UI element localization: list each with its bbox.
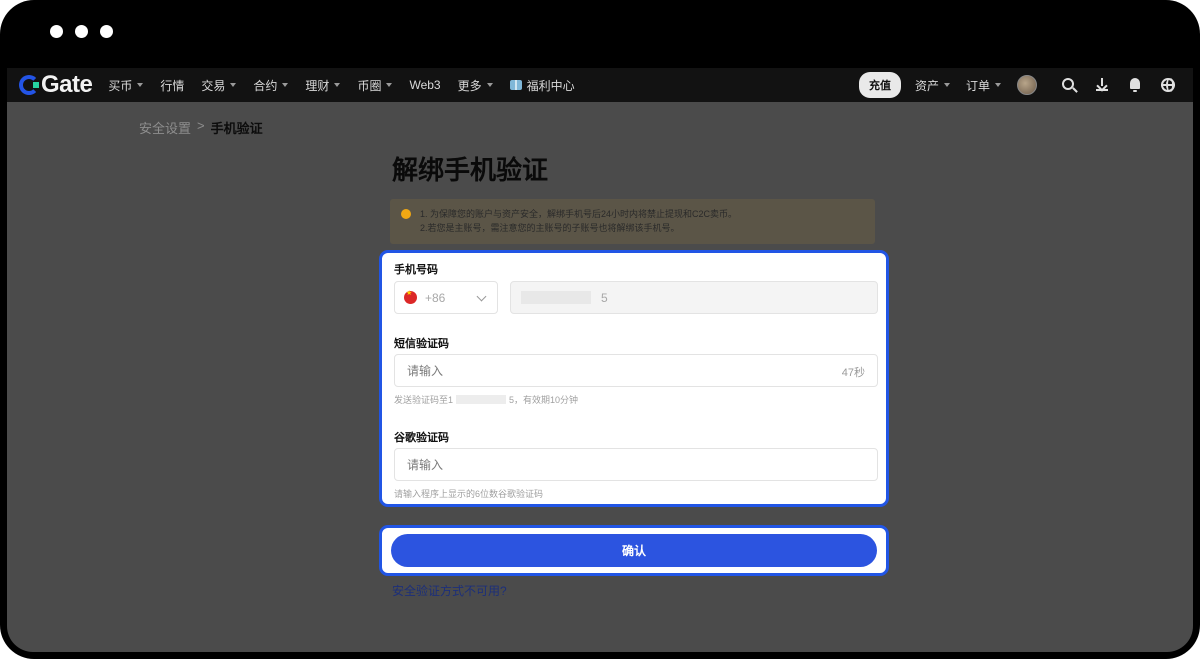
sms-code-input[interactable]: 请输入 47秒: [394, 354, 878, 387]
chevron-down-icon: [386, 83, 393, 87]
nav-item-label: 合约: [253, 78, 278, 93]
nav-item-6[interactable]: Web3: [409, 78, 440, 92]
google-hint: 请输入程序上显示的6位数谷歌验证码: [394, 489, 544, 499]
nav-right: 充值 资产 订单: [858, 68, 1193, 102]
google-code-placeholder: 请输入: [407, 458, 444, 472]
window-controls: [50, 25, 113, 38]
nav-item-label: 理财: [305, 78, 330, 93]
sms-hint: 发送验证码至1 5，有效期10分钟: [394, 393, 578, 406]
nav-item-label: 资产: [914, 78, 939, 93]
window-dot-maximize[interactable]: [100, 25, 113, 38]
gate-logo[interactable]: Gate: [19, 71, 93, 99]
nav-item-label: 交易: [201, 78, 226, 93]
device-frame: Gate 买币 行情 交易 合约 理财 币圈 Web3 更多 福利中心 充值 资产 订单: [0, 0, 1200, 659]
nav-item-assets[interactable]: 资产: [915, 77, 950, 94]
logo-text: Gate: [41, 71, 93, 98]
country-code-select[interactable]: +86: [394, 281, 498, 314]
masked-phone-hint: [456, 395, 507, 404]
nav-item-8[interactable]: 福利中心: [509, 77, 575, 94]
notice-line-2: 2.若您是主账号，需注意您的主账号的子账号也将解绑该手机号。: [420, 223, 680, 233]
sms-hint-suffix: 5，有效期10分钟: [509, 395, 579, 405]
sms-code-label: 短信验证码: [394, 338, 449, 350]
verification-form: 手机号码 +86 5 短信验证码 请输入 47秒 发送验证码至1 5，有效期10…: [379, 250, 889, 507]
gift-icon: [509, 80, 522, 90]
country-code-value: +86: [425, 290, 446, 305]
nav-item-1[interactable]: 行情: [160, 77, 184, 94]
breadcrumb: 安全设置 > 手机验证: [139, 118, 263, 137]
browser-viewport: Gate 买币 行情 交易 合约 理财 币圈 Web3 更多 福利中心 充值 资产 订单: [7, 68, 1193, 652]
google-code-input[interactable]: 请输入: [394, 448, 878, 481]
notice-line-1: 1. 为保障您的账户与资产安全，解绑手机号后24小时内将禁止提现和C2C卖币。: [420, 209, 738, 219]
phone-suffix: 5: [601, 290, 608, 305]
window-dot-minimize[interactable]: [75, 25, 88, 38]
nav-item-orders[interactable]: 订单: [966, 77, 1001, 94]
resend-countdown[interactable]: 47秒: [842, 364, 865, 380]
nav-item-label: 福利中心: [526, 78, 575, 93]
nav-item-label: 行情: [160, 78, 185, 93]
nav-item-3[interactable]: 合约: [253, 77, 289, 94]
chevron-down-icon: [995, 83, 1001, 87]
nav-item-label: 订单: [965, 78, 990, 93]
nav-item-4[interactable]: 理财: [305, 77, 341, 94]
phone-field: 5: [510, 281, 878, 314]
chevron-down-icon: [334, 83, 341, 87]
recharge-button[interactable]: 充值: [858, 72, 901, 98]
confirm-card: 确认: [379, 525, 889, 576]
gate-logo-icon: [19, 75, 39, 95]
google-code-label: 谷歌验证码: [394, 432, 449, 444]
chevron-down-icon: [476, 291, 487, 302]
warning-icon: [401, 209, 411, 219]
bell-icon[interactable]: [1127, 77, 1143, 93]
chevron-down-icon: [486, 83, 493, 87]
confirm-button[interactable]: 确认: [391, 534, 877, 567]
china-flag-icon: [404, 289, 417, 304]
nav-item-label: Web3: [409, 78, 441, 92]
nav-item-2[interactable]: 交易: [201, 77, 237, 94]
breadcrumb-current: 手机验证: [210, 121, 263, 136]
sms-hint-prefix: 发送验证码至1: [394, 395, 454, 405]
globe-icon[interactable]: [1160, 77, 1176, 93]
verification-unavailable-link[interactable]: 安全验证方式不可用?: [392, 582, 507, 599]
download-icon[interactable]: [1094, 77, 1110, 93]
nav-item-0[interactable]: 买币: [108, 77, 144, 94]
page-title: 解绑手机验证: [392, 155, 549, 185]
masked-phone: [521, 291, 591, 304]
chevron-down-icon: [282, 83, 289, 87]
notice-banner: 1. 为保障您的账户与资产安全，解绑手机号后24小时内将禁止提现和C2C卖币。 …: [390, 199, 875, 244]
chevron-down-icon: [943, 83, 950, 87]
chevron-down-icon: [137, 83, 144, 87]
nav-menu: 买币 行情 交易 合约 理财 币圈 Web3 更多 福利中心: [108, 77, 574, 94]
window-dot-close[interactable]: [50, 25, 63, 38]
breadcrumb-separator: >: [197, 118, 205, 133]
phone-label: 手机号码: [394, 264, 438, 276]
breadcrumb-parent[interactable]: 安全设置: [139, 118, 191, 137]
nav-item-label: 币圈: [357, 78, 382, 93]
sms-code-placeholder: 请输入: [407, 364, 444, 378]
nav-item-label: 买币: [108, 78, 133, 93]
avatar[interactable]: [1017, 75, 1037, 95]
nav-item-5[interactable]: 币圈: [357, 77, 393, 94]
top-nav: Gate 买币 行情 交易 合约 理财 币圈 Web3 更多 福利中心 充值 资产 订单: [7, 68, 1193, 102]
nav-item-7[interactable]: 更多: [458, 77, 493, 94]
chevron-down-icon: [230, 83, 237, 87]
search-icon[interactable]: [1061, 77, 1077, 93]
nav-item-label: 更多: [457, 78, 482, 93]
